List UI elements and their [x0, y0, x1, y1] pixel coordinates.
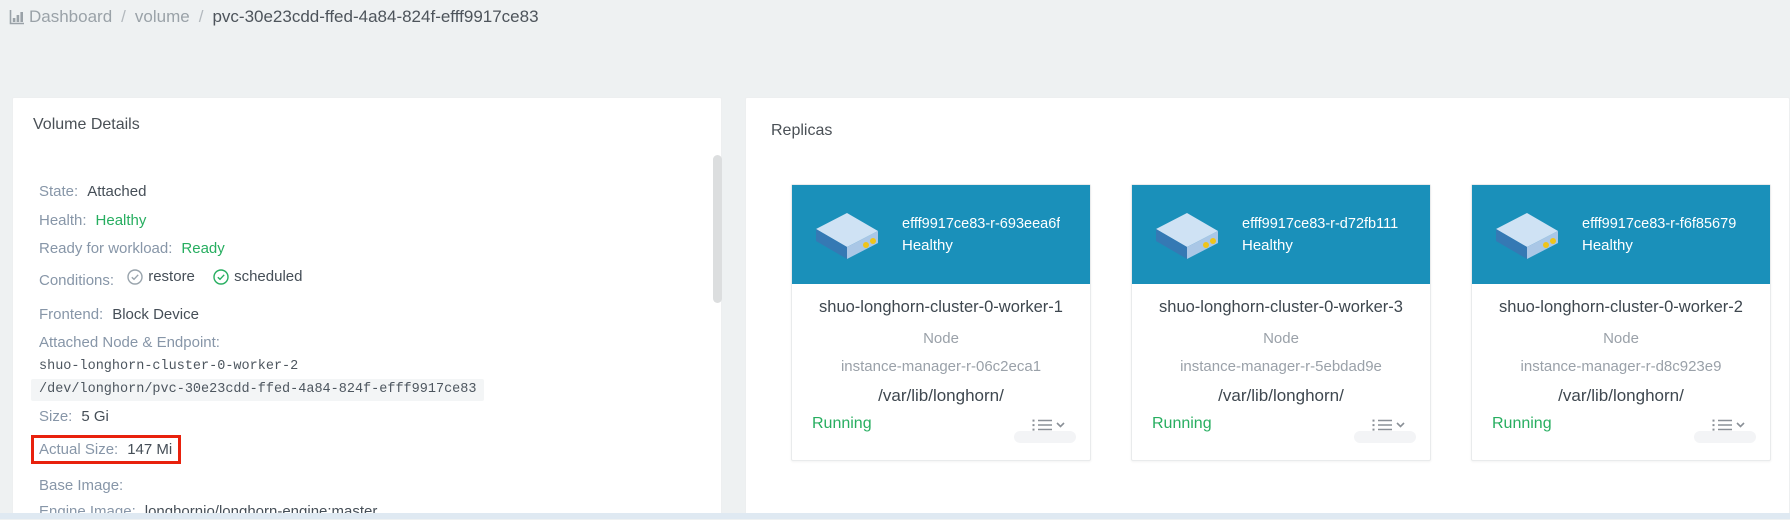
instance-manager-name: instance-manager-r-5ebdad9e — [1132, 358, 1430, 375]
attached-node-row: Attached Node & Endpoint: — [39, 335, 691, 351]
node-label: Node — [1472, 330, 1770, 347]
health-value: Healthy — [96, 212, 147, 229]
health-row: Health: Healthy — [39, 213, 691, 229]
replicas-title: Replicas — [771, 122, 832, 140]
replica-card-header: efff9917ce83-r-f6f85679 Healthy — [1472, 185, 1770, 284]
replica-status: Running — [812, 415, 872, 433]
replica-card: efff9917ce83-r-f6f85679 Healthy shuo-lon… — [1471, 184, 1771, 461]
condition-name: restore — [148, 269, 195, 285]
replicas-panel: Replicas efff9917ce83-r-693eea6f Healthy… — [745, 97, 1790, 519]
check-circle-icon — [213, 269, 229, 285]
check-circle-icon — [127, 269, 143, 285]
replica-data-path: /var/lib/longhorn/ — [792, 386, 1090, 406]
replica-card: efff9917ce83-r-d72fb111 Healthy shuo-lon… — [1131, 184, 1431, 461]
breadcrumb-separator: / — [121, 7, 126, 27]
replica-cards: efff9917ce83-r-693eea6f Healthy shuo-lon… — [791, 184, 1771, 461]
breadcrumb: Dashboard / volume / pvc-30e23cdd-ffed-4… — [8, 7, 539, 27]
disk-icon — [808, 207, 886, 263]
condition-name: scheduled — [234, 269, 302, 285]
menu-button-shadow — [1014, 431, 1076, 443]
vertical-scrollbar-thumb[interactable] — [713, 155, 722, 303]
condition-restore[interactable]: restore — [127, 269, 195, 285]
replica-menu-button[interactable] — [1694, 415, 1756, 443]
attached-endpoint: /dev/longhorn/pvc-30e23cdd-ffed-4a84-824… — [31, 379, 691, 401]
replica-status: Running — [1152, 415, 1212, 433]
replica-card-header: efff9917ce83-r-d72fb111 Healthy — [1132, 185, 1430, 284]
endpoint-path: /dev/longhorn/pvc-30e23cdd-ffed-4a84-824… — [31, 379, 484, 401]
replica-name: efff9917ce83-r-f6f85679 — [1582, 216, 1736, 232]
instance-manager-name: instance-manager-r-06c2eca1 — [792, 358, 1090, 375]
conditions-label: Conditions: — [39, 272, 114, 289]
replica-node-name: shuo-longhorn-cluster-0-worker-3 — [1132, 298, 1430, 317]
replica-name: efff9917ce83-r-693eea6f — [902, 216, 1060, 232]
volume-details-title: Volume Details — [33, 116, 140, 134]
state-row: State: Attached — [39, 184, 691, 200]
replica-status: Running — [1492, 415, 1552, 433]
size-value: 5 Gi — [81, 408, 109, 425]
health-label: Health: — [39, 212, 87, 229]
state-value: Attached — [87, 183, 146, 200]
actual-size-label: Actual Size: — [39, 441, 118, 458]
attached-node-label: Attached Node & Endpoint: — [39, 334, 220, 351]
actual-size-value: 147 Mi — [127, 441, 172, 458]
size-label: Size: — [39, 408, 72, 425]
replica-health: Healthy — [1582, 237, 1736, 254]
replica-card-footer: Running — [1152, 415, 1416, 443]
frontend-label: Frontend: — [39, 306, 103, 323]
instance-manager-name: instance-manager-r-d8c923e9 — [1472, 358, 1770, 375]
breadcrumb-volume[interactable]: volume — [135, 7, 190, 27]
replica-card-body: shuo-longhorn-cluster-0-worker-3 Node in… — [1132, 298, 1430, 406]
condition-scheduled[interactable]: scheduled — [213, 269, 302, 285]
replica-name: efff9917ce83-r-d72fb111 — [1242, 216, 1398, 232]
horizontal-scrollbar-track[interactable] — [0, 513, 1790, 519]
replica-data-path: /var/lib/longhorn/ — [1132, 386, 1430, 406]
ready-row: Ready for workload: Ready — [39, 241, 691, 257]
frontend-value: Block Device — [112, 306, 199, 323]
actual-size-row: Actual Size: 147 Mi — [39, 442, 691, 458]
replica-health: Healthy — [902, 237, 1060, 254]
replica-menu-button[interactable] — [1354, 415, 1416, 443]
replica-card-footer: Running — [1492, 415, 1756, 443]
disk-icon — [1148, 207, 1226, 263]
ready-value: Ready — [181, 240, 224, 257]
replica-card-footer: Running — [812, 415, 1076, 443]
volume-details-panel: Volume Details State:Attached Health:Hea… — [12, 97, 722, 519]
conditions-row: Conditions: restore scheduled — [39, 269, 691, 289]
breadcrumb-volume-id: pvc-30e23cdd-ffed-4a84-824f-efff9917ce83 — [212, 7, 538, 27]
replica-card-body: shuo-longhorn-cluster-0-worker-2 Node in… — [1472, 298, 1770, 406]
replica-data-path: /var/lib/longhorn/ — [1472, 386, 1770, 406]
base-image-label: Base Image: — [39, 477, 123, 494]
node-label: Node — [792, 330, 1090, 347]
frontend-row: Frontend: Block Device — [39, 307, 691, 323]
state-label: State: — [39, 183, 78, 200]
menu-button-shadow — [1694, 431, 1756, 443]
node-label: Node — [1132, 330, 1430, 347]
attached-node-name: shuo-longhorn-cluster-0-worker-2 — [39, 359, 691, 375]
disk-icon — [1488, 207, 1566, 263]
replica-card-body: shuo-longhorn-cluster-0-worker-1 Node in… — [792, 298, 1090, 406]
replica-health: Healthy — [1242, 237, 1398, 254]
replica-card-header: efff9917ce83-r-693eea6f Healthy — [792, 185, 1090, 284]
replica-card: efff9917ce83-r-693eea6f Healthy shuo-lon… — [791, 184, 1091, 461]
replica-node-name: shuo-longhorn-cluster-0-worker-2 — [1472, 298, 1770, 317]
bar-chart-icon — [8, 8, 26, 26]
breadcrumb-dashboard[interactable]: Dashboard — [29, 7, 112, 27]
ready-label: Ready for workload: — [39, 240, 172, 257]
size-row: Size: 5 Gi — [39, 409, 691, 425]
breadcrumb-separator: / — [199, 7, 204, 27]
replica-node-name: shuo-longhorn-cluster-0-worker-1 — [792, 298, 1090, 317]
base-image-row: Base Image: — [39, 478, 691, 494]
replica-menu-button[interactable] — [1014, 415, 1076, 443]
menu-button-shadow — [1354, 431, 1416, 443]
